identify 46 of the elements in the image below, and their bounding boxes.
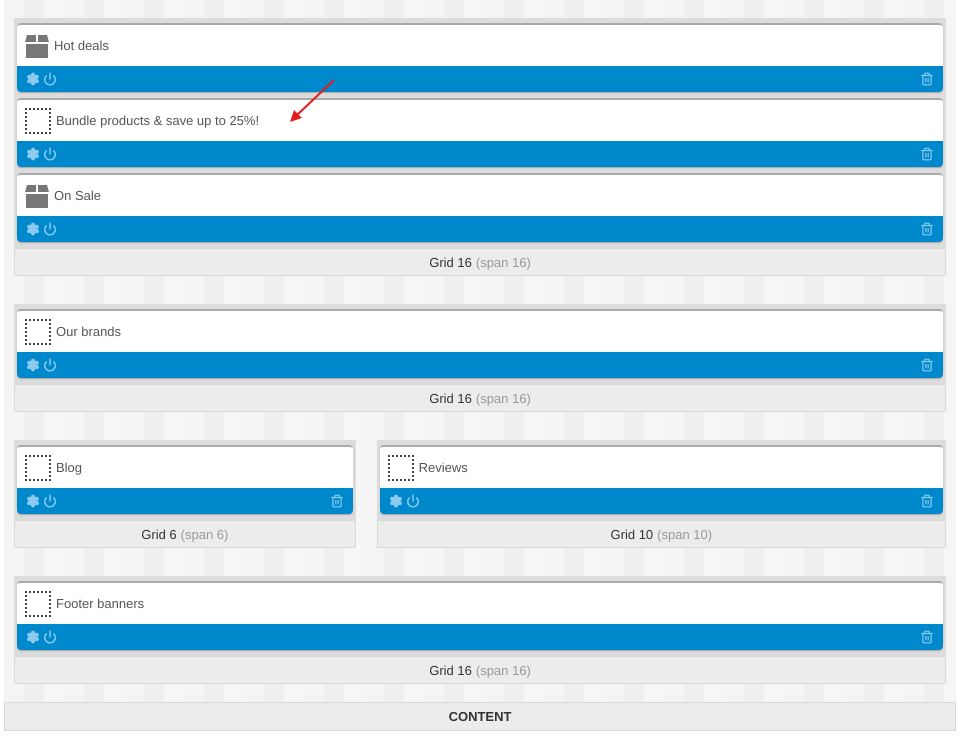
module-title: Blog bbox=[56, 460, 82, 475]
module-title: Bundle products & save up to 25%! bbox=[56, 113, 260, 128]
trash-icon[interactable] bbox=[920, 147, 934, 161]
grid-span: (span 16) bbox=[476, 254, 531, 270]
trash-icon[interactable] bbox=[920, 358, 934, 372]
trash-icon[interactable] bbox=[920, 630, 934, 644]
power-icon[interactable] bbox=[406, 494, 420, 508]
box-icon bbox=[25, 184, 49, 208]
power-icon[interactable] bbox=[43, 222, 57, 236]
trash-icon[interactable] bbox=[920, 222, 934, 236]
trash-icon[interactable] bbox=[330, 494, 344, 508]
placeholder-icon bbox=[25, 454, 51, 480]
settings-icon[interactable] bbox=[26, 147, 40, 161]
power-icon[interactable] bbox=[43, 358, 57, 372]
grid-label: Grid 6 bbox=[141, 526, 177, 542]
settings-icon[interactable] bbox=[26, 358, 40, 372]
module-title: Hot deals bbox=[54, 38, 109, 53]
grid-label: Grid 10 bbox=[610, 526, 654, 542]
grid-span: (span 16) bbox=[476, 390, 531, 406]
grid-span: (span 6) bbox=[180, 526, 228, 542]
module-title: Footer banners bbox=[56, 596, 144, 611]
placeholder-icon bbox=[25, 590, 51, 616]
trash-icon[interactable] bbox=[920, 494, 934, 508]
module-title: Our brands bbox=[56, 324, 122, 339]
settings-icon[interactable] bbox=[26, 72, 40, 86]
grid-label: Grid 16 bbox=[429, 254, 472, 270]
settings-icon[interactable] bbox=[26, 222, 40, 236]
box-icon bbox=[25, 34, 49, 58]
grid-span: (span 16) bbox=[476, 662, 531, 678]
placeholder-icon bbox=[25, 318, 51, 344]
settings-icon[interactable] bbox=[26, 494, 40, 508]
grid-label: Grid 16 bbox=[429, 662, 472, 678]
module-title: On Sale bbox=[54, 188, 101, 203]
placeholder-icon bbox=[388, 454, 414, 480]
grid-label: Grid 16 bbox=[429, 390, 472, 406]
grid-span: (span 10) bbox=[657, 526, 712, 542]
power-icon[interactable] bbox=[43, 147, 57, 161]
settings-icon[interactable] bbox=[388, 494, 403, 508]
section-label: CONTENT bbox=[448, 709, 512, 724]
placeholder-icon bbox=[25, 108, 51, 134]
power-icon[interactable] bbox=[43, 630, 57, 644]
trash-icon[interactable] bbox=[920, 72, 934, 86]
power-icon[interactable] bbox=[43, 72, 57, 86]
settings-icon[interactable] bbox=[26, 630, 40, 644]
module-title: Reviews bbox=[418, 460, 468, 475]
power-icon[interactable] bbox=[43, 494, 57, 508]
